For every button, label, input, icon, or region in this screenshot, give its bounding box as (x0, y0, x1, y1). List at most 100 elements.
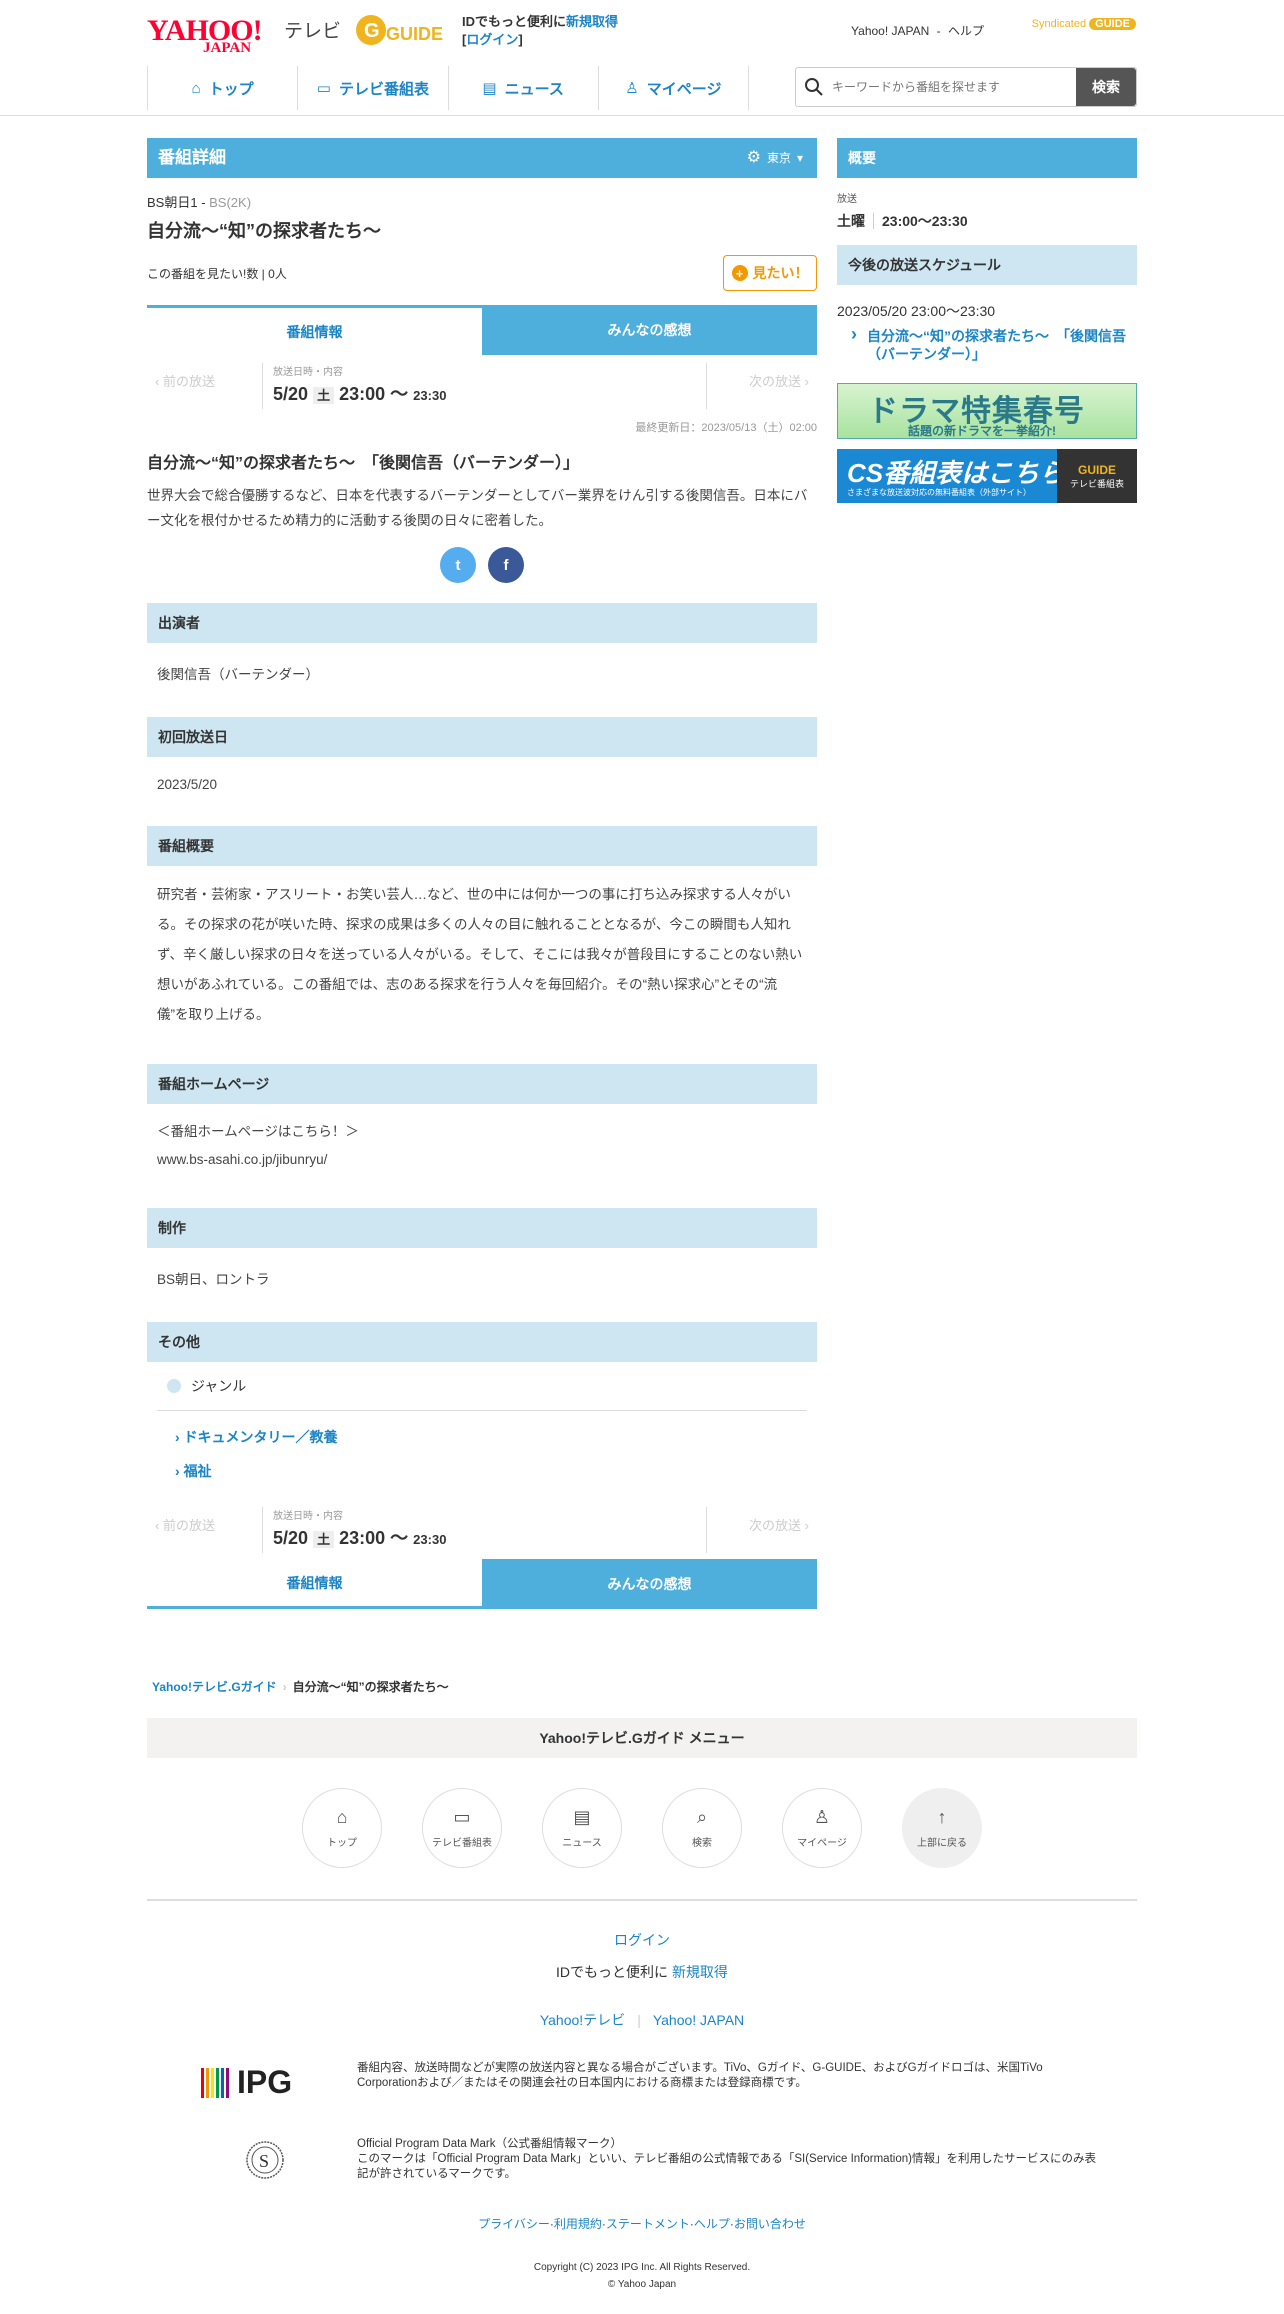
next-label: 次の放送 (749, 374, 802, 389)
start-time: 23:00 (339, 1528, 386, 1548)
production-body: BS朝日、ロントラ (157, 1272, 270, 1287)
broadcast-label: 放送日時・内容 (273, 367, 343, 378)
bullet-icon (167, 1379, 181, 1393)
footer-register-link[interactable]: 新規取得 (672, 1964, 728, 1980)
footer-menu-title: Yahoo!テレビ.Gガイド メニュー (147, 1718, 1137, 1758)
nav-item-mypage[interactable]: ♙ マイページ (597, 66, 749, 110)
footer-menu-search[interactable]: ⌕ 検索 (662, 1788, 742, 1868)
nav-label: マイページ (646, 80, 722, 98)
schedule-link[interactable]: 自分流〜“知”の探求者たち〜 「後関信吾（バーテンダー）」 (837, 325, 1137, 363)
location-select[interactable]: ⚙ 東京 ▾ (747, 138, 803, 178)
svg-text:G: G (364, 20, 380, 42)
footer-links: プライバシー·利用規約·ステートメント·ヘルプ·お問い合わせ (478, 2217, 806, 2231)
broadcast-nav: ‹ 前の放送 放送日時・内容 5/20 土 23:00 〜 23:30 次の放送… (147, 359, 817, 415)
end-time: 23:30 (413, 1532, 447, 1547)
breadcrumb-home[interactable]: Yahoo!テレビ.Gガイド (152, 1680, 277, 1694)
next-label: 次の放送 (749, 1518, 802, 1533)
search-input[interactable] (796, 68, 1076, 106)
login-link[interactable]: ログイン (466, 32, 518, 47)
banner2-title: CS番組表はこちら (847, 458, 1066, 488)
genre-link-label: ドキュメンタリー／教養 (183, 1429, 338, 1445)
banner2-badge-text: テレビ番組表 (1069, 478, 1124, 489)
svg-text:S: S (259, 2151, 269, 2171)
home-icon: ⌂ (336, 1807, 348, 1827)
nav-item-top[interactable]: ⌂ トップ (147, 66, 297, 110)
prev-broadcast[interactable]: ‹ 前の放送 (155, 1515, 215, 1534)
next-broadcast[interactable]: 次の放送 › (749, 371, 809, 390)
tab-reviews[interactable]: みんなの感想 (482, 305, 817, 355)
first-broadcast-date: 2023/5/20 (157, 777, 218, 792)
yahoo-logo[interactable]: YAHOO! JAPAN (147, 14, 263, 57)
tilde: 〜 (390, 384, 409, 404)
facebook-icon[interactable]: f (488, 547, 524, 583)
tab-bar: 番組情報 みんなの感想 (147, 305, 817, 355)
footer-divider (147, 1899, 1137, 1901)
official-mark-text: Official Program Data Mark（公式番組情報マーク） この… (357, 2137, 1097, 2182)
want-number: 0人 (268, 267, 287, 281)
homepage-text: ＜番組ホームページはこちら！＞ (157, 1124, 359, 1139)
genre-label-row: ジャンル (157, 1362, 807, 1411)
cs-banner[interactable]: CS番組表はこちら さまざまな放送波対応の無料番組表（外部サイト） GUIDE テ… (837, 449, 1137, 503)
banner1-sub: 話題の新ドラマを一挙紹介! (908, 424, 1056, 438)
episode-title: 自分流〜“知”の探求者たち〜 「後関信吾（バーテンダー）」 (147, 455, 580, 472)
menu-label: マイページ (797, 1838, 847, 1849)
gguide-logo[interactable]: G GUIDE (354, 13, 449, 47)
footer-yahoo-japan-link[interactable]: Yahoo! JAPAN (653, 2012, 744, 2028)
homepage-body: ＜番組ホームページはこちら！＞ www.bs-asahi.co.jp/jibun… (147, 1104, 817, 1174)
footer-menu-mypage[interactable]: ♙ マイページ (782, 1788, 862, 1868)
footer-menu-back-to-top[interactable]: ↑ 上部に戻る (902, 1788, 982, 1868)
user-icon: ♙ (625, 80, 639, 97)
twitter-icon[interactable]: t (440, 547, 476, 583)
footer-menu-news[interactable]: ▤ ニュース (542, 1788, 622, 1868)
home-icon: ⌂ (191, 79, 201, 97)
statement-link[interactable]: ステートメント (606, 2217, 690, 2231)
channel-sub: BS(2K) (209, 195, 252, 210)
search-button[interactable]: 検索 (1076, 68, 1136, 106)
broadcast-nav-bottom: ‹ 前の放送 放送日時・内容 5/20 土 23:00 〜 23:30 次の放送… (147, 1503, 817, 1559)
main-content: 番組詳細 ⚙ 東京 ▾ BS朝日1 - BS(2K) 自分流〜“知”の探求者たち〜 … (147, 138, 817, 1609)
help-link[interactable]: ヘルプ (948, 24, 984, 38)
prev-broadcast[interactable]: ‹ 前の放送 (155, 371, 215, 390)
search-icon: ⌕ (696, 1807, 708, 1827)
want-count: この番組を見たい!数 | 0人 (147, 267, 287, 281)
homepage-url[interactable]: www.bs-asahi.co.jp/jibunryu/ (157, 1146, 807, 1174)
header-links: Yahoo! JAPAN - ヘルプ (851, 24, 984, 38)
tab-program-info[interactable]: 番組情報 (147, 305, 482, 355)
register-link[interactable]: 新規取得 (566, 14, 618, 29)
footer-menu-top[interactable]: ⌂ トップ (302, 1788, 382, 1868)
menu-label: 検索 (692, 1838, 712, 1849)
want-button[interactable]: + 見たい！ (723, 255, 817, 291)
banner2-badge: GUIDE テレビ番組表 (1057, 449, 1137, 503)
summary-heading: 番組概要 (147, 826, 817, 866)
want-row: この番組を見たい!数 | 0人 + 見たい！ (147, 251, 817, 295)
tab-program-info[interactable]: 番組情報 (147, 1559, 482, 1609)
terms-link[interactable]: 利用規約 (554, 2217, 602, 2231)
genre-link-welfare[interactable]: › 福祉 (147, 1447, 817, 1481)
privacy-link[interactable]: プライバシー (478, 2217, 550, 2231)
channel-name: BS朝日1 (147, 195, 198, 210)
nav-item-tv-schedule[interactable]: ▭ テレビ番組表 (297, 66, 447, 110)
mark-description: このマークは「Official Program Data Mark」といい、テレ… (357, 2153, 1096, 2180)
episode-description: 世界大会で総合優勝するなど、日本を代表するバーテンダーとしてバー業界をけん引する… (147, 488, 808, 528)
broadcast-label: 放送 (837, 194, 857, 205)
menu-label: ニュース (562, 1838, 602, 1849)
footer-yahoo-tv-link[interactable]: Yahoo!テレビ (540, 2012, 625, 2028)
syndicated-logo: Syndicated GUIDE (1032, 18, 1136, 30)
footer-menu-tv[interactable]: ▭ テレビ番組表 (422, 1788, 502, 1868)
tab-reviews[interactable]: みんなの感想 (482, 1559, 817, 1609)
menu-label: 上部に戻る (917, 1838, 967, 1849)
search-icon (805, 78, 823, 96)
arrow-up-icon: ↑ (937, 1807, 947, 1827)
next-broadcast[interactable]: 次の放送 › (749, 1515, 809, 1534)
day-of-week: 土 (313, 387, 335, 404)
broadcast-time: 土曜 23:00～23:30 (837, 211, 1137, 231)
drama-banner[interactable]: ドラマ特集春号 話題の新ドラマを一挙紹介! (837, 383, 1137, 439)
nav-item-news[interactable]: ▤ ニュース (447, 66, 598, 110)
genre-label: ジャンル (191, 1378, 247, 1394)
yahoo-japan-link[interactable]: Yahoo! JAPAN (851, 24, 929, 38)
contact-link[interactable]: お問い合わせ (734, 2217, 806, 2231)
footer-login-link[interactable]: ログイン (614, 1932, 670, 1948)
genre-link-documentary[interactable]: › ドキュメンタリー／教養 (147, 1411, 817, 1447)
help-link[interactable]: ヘルプ (694, 2217, 730, 2231)
date: 5/20 (273, 1528, 309, 1548)
